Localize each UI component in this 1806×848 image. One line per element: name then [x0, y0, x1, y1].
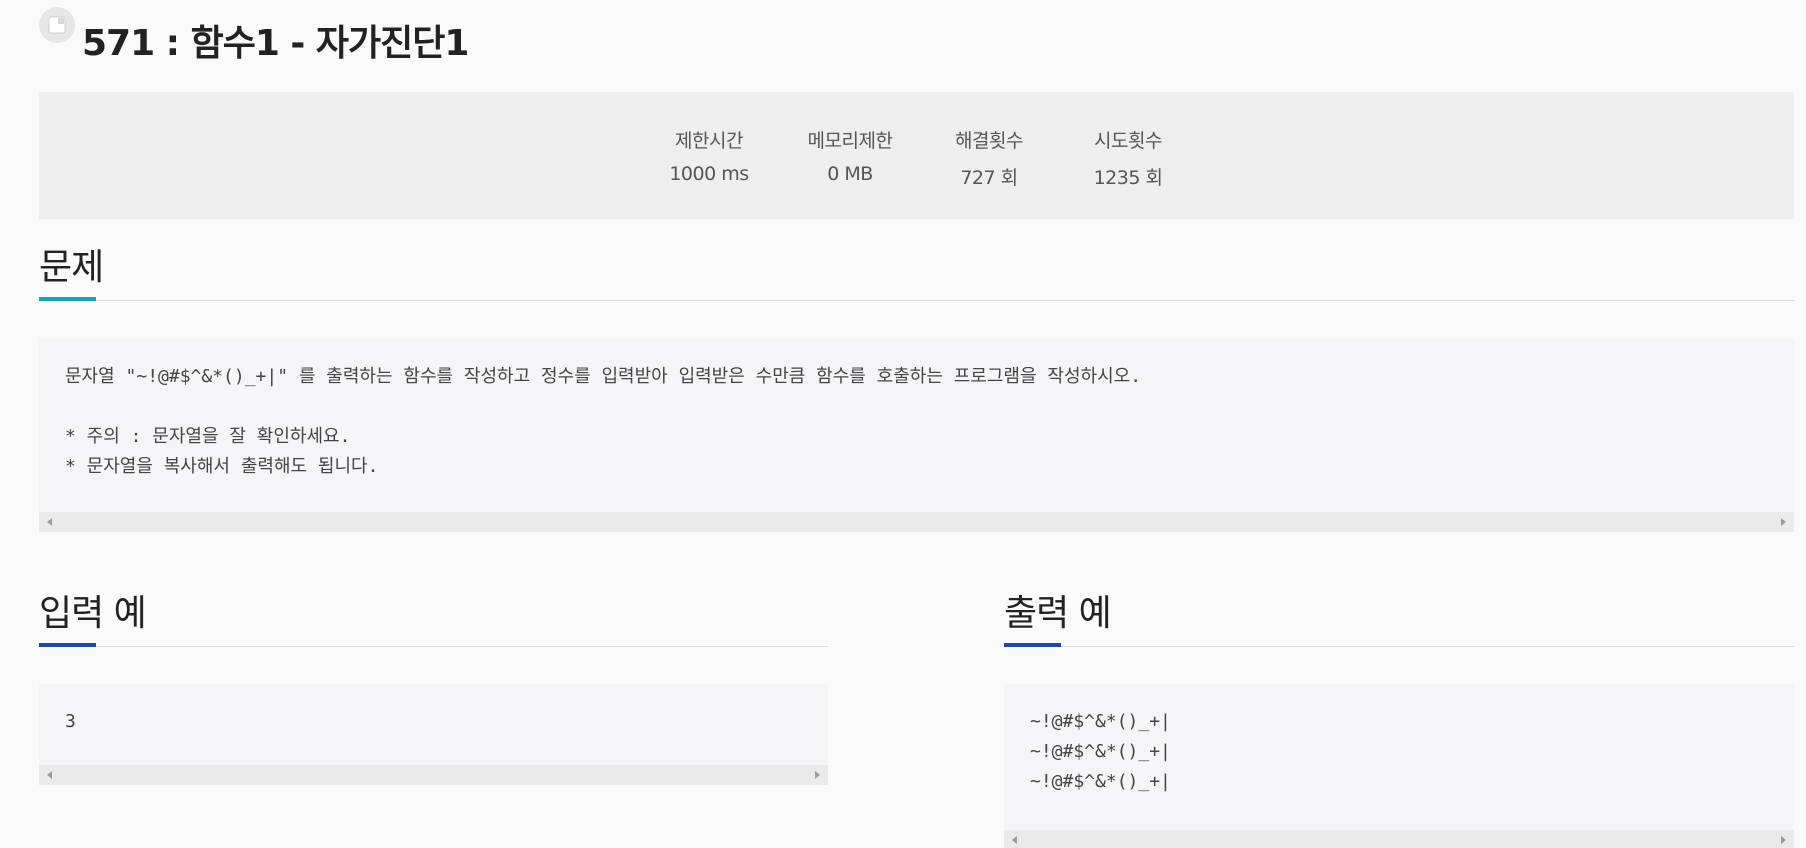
scroll-right-icon[interactable] — [815, 771, 820, 779]
input-scrollbar[interactable] — [39, 765, 828, 785]
problem-scrollbar[interactable] — [39, 512, 1794, 532]
input-example-box: 3 — [39, 684, 828, 785]
problem-heading: 문제 — [39, 247, 104, 288]
scroll-right-icon[interactable] — [1781, 518, 1786, 526]
scroll-left-icon[interactable] — [47, 771, 52, 779]
problem-line: * 문자열을 복사해서 출력해도 됩니다. — [65, 456, 379, 477]
stat-label: 시도횟수 — [1094, 130, 1162, 152]
output-example-box: ~!@#$^&*()_+| ~!@#$^&*()_+| ~!@#$^&*()_+… — [1004, 684, 1794, 848]
output-example-accent-bar — [1004, 643, 1061, 647]
problem-line: 문자열 "~!@#$^&*()_+|" 를 출력하는 함수를 작성하고 정수를 … — [65, 366, 1142, 387]
stat-label: 제한시간 — [675, 130, 743, 152]
output-line: ~!@#$^&*()_+| — [1030, 771, 1171, 792]
stat-solved-count: 해결횟수 727 회 — [924, 126, 1054, 190]
stat-time-limit: 제한시간 1000 ms — [644, 126, 774, 185]
stat-value: 0 MB — [827, 163, 873, 185]
problem-line: * 주의 : 문자열을 잘 확인하세요. — [65, 426, 351, 447]
output-line: ~!@#$^&*()_+| — [1030, 741, 1171, 762]
stat-value: 727 회 — [960, 167, 1018, 189]
output-line: ~!@#$^&*()_+| — [1030, 711, 1171, 732]
document-icon — [39, 7, 75, 43]
scroll-left-icon[interactable] — [47, 518, 52, 526]
stat-value: 1000 ms — [669, 163, 749, 185]
scroll-left-icon[interactable] — [1012, 836, 1017, 844]
output-example-heading: 출력 예 — [1004, 593, 1112, 634]
output-scrollbar[interactable] — [1004, 830, 1794, 848]
input-line: 3 — [65, 711, 76, 732]
scroll-right-icon[interactable] — [1781, 836, 1786, 844]
stat-value: 1235 회 — [1093, 167, 1163, 189]
input-example-accent-bar — [39, 643, 96, 647]
stat-label: 메모리제한 — [807, 130, 893, 152]
input-example-divider — [39, 646, 828, 647]
problem-description: 문자열 "~!@#$^&*()_+|" 를 출력하는 함수를 작성하고 정수를 … — [39, 339, 1794, 532]
input-example-heading: 입력 예 — [39, 593, 147, 634]
stats-bar: 제한시간 1000 ms 메모리제한 0 MB 해결횟수 727 회 시도횟수 … — [39, 92, 1794, 219]
stat-label: 해결횟수 — [955, 130, 1023, 152]
output-example-divider — [1004, 646, 1794, 647]
problem-divider — [39, 300, 1794, 301]
stat-attempt-count: 시도횟수 1235 회 — [1063, 126, 1193, 190]
problem-accent-bar — [39, 297, 96, 301]
stat-memory-limit: 메모리제한 0 MB — [785, 126, 915, 185]
page-title: 571 : 함수1 - 자가진단1 — [82, 23, 469, 64]
